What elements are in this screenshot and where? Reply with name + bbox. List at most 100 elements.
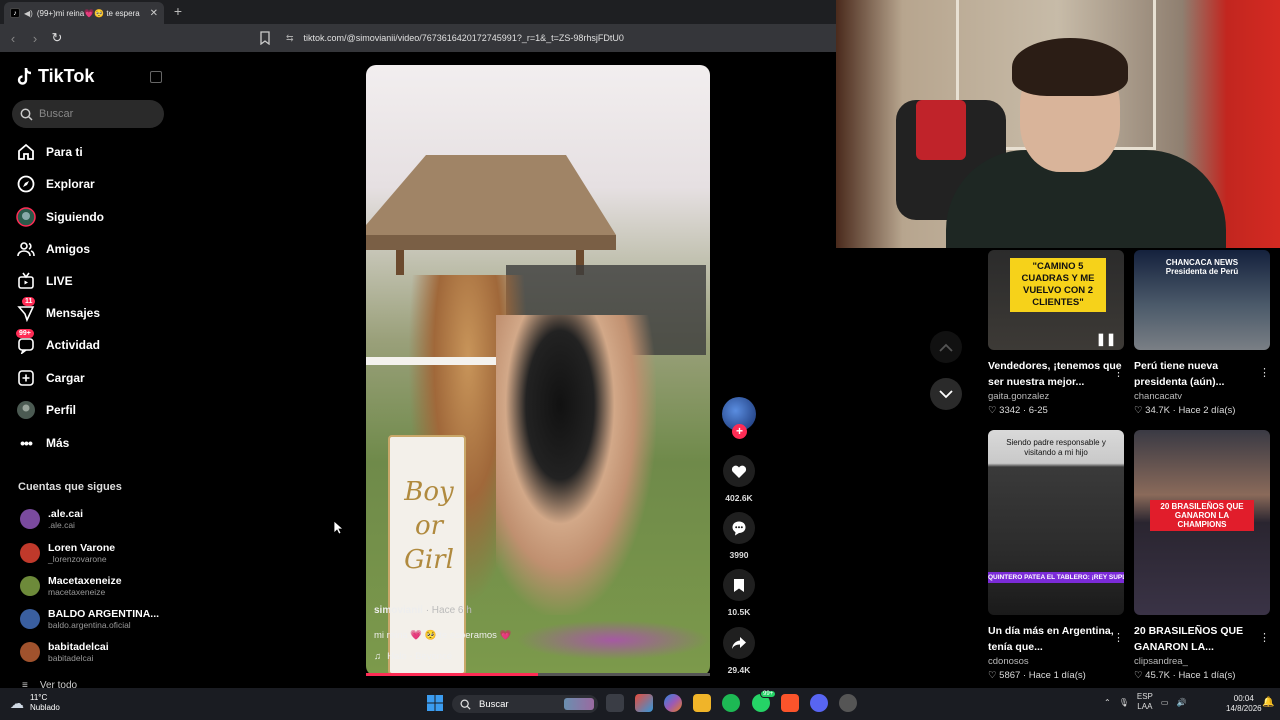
nav-para-ti[interactable]: Para ti (16, 140, 83, 164)
hut-roof-image (366, 155, 616, 275)
weather-widget[interactable]: ☁ 11°C Nublado (10, 693, 60, 713)
home-icon (16, 142, 36, 162)
nav-mensajes[interactable]: 11 Mensajes (16, 297, 100, 325)
browser-tab[interactable]: ♪ ◀) (99+)mi reina💗🥺 te espera ✕ (4, 2, 164, 24)
speaker-icon[interactable]: ◀) (24, 9, 33, 18)
followed-account[interactable]: BALDO ARGENTINA... baldo.argentina.oficia… (20, 605, 170, 633)
card-author: chancacatv (1134, 391, 1183, 402)
language[interactable]: ESP (1137, 692, 1153, 702)
suggested-video-card[interactable]: 20 BRASILEÑOS QUE GANARON LA CHAMPIONS 2… (1134, 430, 1270, 681)
snipping-tool-icon[interactable] (635, 694, 653, 712)
taskbar-search-label: Buscar (479, 698, 509, 710)
nav-label: Siguiendo (46, 210, 104, 224)
suggested-video-card[interactable]: "CAMINO 5 CUADRAS Y ME VUELVO CON 2 CLIE… (988, 250, 1124, 416)
tab-title: (99+)mi reina💗🥺 te espera (36, 8, 140, 18)
messages-badge: 11 (22, 297, 36, 306)
search-input[interactable]: Buscar (12, 100, 164, 128)
followed-account[interactable]: Macetaxeneize macetaxeneize (20, 572, 170, 600)
more-options-icon[interactable]: ⋮ (1259, 366, 1270, 379)
whatsapp-icon[interactable]: 99+ (752, 690, 777, 712)
previous-video-button[interactable] (930, 331, 962, 363)
bookmark-icon[interactable] (723, 569, 755, 601)
collapse-sidebar-icon[interactable] (150, 71, 162, 83)
nav-siguiendo[interactable]: Siguiendo (16, 205, 104, 229)
profile-avatar-icon (16, 400, 36, 420)
more-options-icon[interactable]: ⋮ (1113, 631, 1124, 644)
suggested-video-card[interactable]: CHANCACA NEWS Presidenta de Perú Perú ti… (1134, 250, 1270, 416)
followed-account[interactable]: .ale.cai .ale.cai (20, 505, 170, 533)
more-options-icon[interactable]: ⋮ (1259, 631, 1270, 644)
nav-explorar[interactable]: Explorar (16, 172, 95, 196)
notifications-icon[interactable]: 🔔 (1262, 697, 1274, 708)
nav-live[interactable]: LIVE (16, 269, 73, 293)
brave-browser-icon[interactable] (781, 694, 799, 712)
file-explorer-icon[interactable] (693, 694, 711, 712)
obs-icon[interactable] (839, 694, 857, 712)
forward-button[interactable]: › (24, 31, 46, 46)
follow-plus-button[interactable]: + (732, 424, 747, 439)
keyboard-layout[interactable]: LAA (1137, 702, 1153, 712)
comment-icon[interactable] (723, 512, 755, 544)
nav-actividad[interactable]: 99+ Actividad (16, 329, 100, 357)
chevron-down-icon (939, 389, 953, 398)
windows-start-icon[interactable] (426, 694, 444, 712)
video-player[interactable]: Boy or Girl (366, 65, 710, 676)
nav-perfil[interactable]: Perfil (16, 398, 76, 422)
more-options-icon[interactable]: ⋮ (1113, 366, 1124, 379)
tiktok-logo[interactable]: TikTok (16, 66, 94, 87)
account-handle: .ale.cai (48, 520, 75, 530)
comment-count: 3990 (729, 550, 749, 560)
suggested-video-card[interactable]: Siendo padre responsable y visitando a m… (988, 430, 1124, 681)
account-name: Loren Varone (48, 542, 116, 554)
thumbnail-overlay-text: Siendo padre responsable y visitando a m… (1006, 438, 1106, 457)
account-handle: babitadelcai (48, 653, 94, 663)
save-button[interactable]: 10.5K (721, 569, 757, 617)
taskbar-clock[interactable]: 00:04 14/8/2026 (1226, 694, 1262, 714)
share-button[interactable]: 29.4K (721, 627, 757, 675)
like-count: 34.7K (1145, 405, 1170, 416)
author-name[interactable]: simovianii (374, 605, 423, 616)
new-tab-button[interactable]: + (170, 3, 186, 19)
discord-icon[interactable] (810, 694, 828, 712)
address-bar[interactable]: ⇆ tiktok.com/@simovianii/video/767361642… (280, 29, 836, 47)
bookmark-icon[interactable] (259, 31, 271, 45)
avatar (20, 543, 40, 563)
nav-amigos[interactable]: Amigos (16, 237, 90, 261)
music-note-icon: ♫ (374, 651, 382, 662)
copilot-icon[interactable] (664, 694, 682, 712)
comment-button[interactable]: 3990 (721, 512, 757, 560)
white-bar (366, 357, 496, 365)
followed-account[interactable]: babitadelcai babitadelcai (20, 638, 170, 666)
microphone-icon[interactable]: 🎙 (1119, 698, 1129, 707)
video-music[interactable]: ♫ Halo - Beyoncé (374, 651, 452, 662)
thumbnail-ticker: QUINTERO PATEA EL TABLERO: ¡REY SUPL (988, 572, 1124, 583)
reload-button[interactable]: ↻ (46, 30, 68, 46)
back-button[interactable]: ‹ (2, 31, 24, 46)
nav-cargar[interactable]: Cargar (16, 366, 85, 390)
nav-label: LIVE (46, 274, 73, 288)
next-video-button[interactable] (930, 378, 962, 410)
video-author[interactable]: simovianii · Hace 6 h (374, 605, 472, 616)
activity-icon: 99+ (16, 329, 36, 355)
heart-icon[interactable] (723, 455, 755, 487)
video-progress-bar[interactable] (366, 673, 710, 676)
network-icon[interactable]: ▭ (1161, 698, 1169, 707)
video-thumbnail[interactable]: "CAMINO 5 CUADRAS Y ME VUELVO CON 2 CLIE… (988, 250, 1124, 350)
account-handle: _lorenzovarone (48, 554, 107, 564)
chevron-up-icon[interactable]: ⌃ (1104, 698, 1111, 707)
volume-icon[interactable]: 🔊 (1176, 698, 1186, 707)
share-arrow-icon[interactable] (723, 627, 755, 659)
video-thumbnail[interactable]: CHANCACA NEWS Presidenta de Perú (1134, 250, 1270, 350)
video-thumbnail[interactable]: 20 BRASILEÑOS QUE GANARON LA CHAMPIONS (1134, 430, 1270, 615)
taskbar-search[interactable]: Buscar (452, 695, 598, 713)
video-thumbnail[interactable]: Siendo padre responsable y visitando a m… (988, 430, 1124, 615)
pause-icon[interactable]: ❚❚ (1096, 332, 1116, 346)
followed-account[interactable]: Loren Varone _lorenzovarone (20, 539, 170, 567)
site-settings-icon[interactable]: ⇆ (286, 33, 294, 44)
close-tab-icon[interactable]: ✕ (150, 8, 158, 19)
like-button[interactable]: 402.6K (721, 455, 757, 503)
task-view-icon[interactable] (606, 694, 624, 712)
date: Hace 2 día(s) (1178, 405, 1236, 416)
spotify-icon[interactable] (722, 694, 740, 712)
nav-mas[interactable]: ••• Más (16, 431, 69, 455)
